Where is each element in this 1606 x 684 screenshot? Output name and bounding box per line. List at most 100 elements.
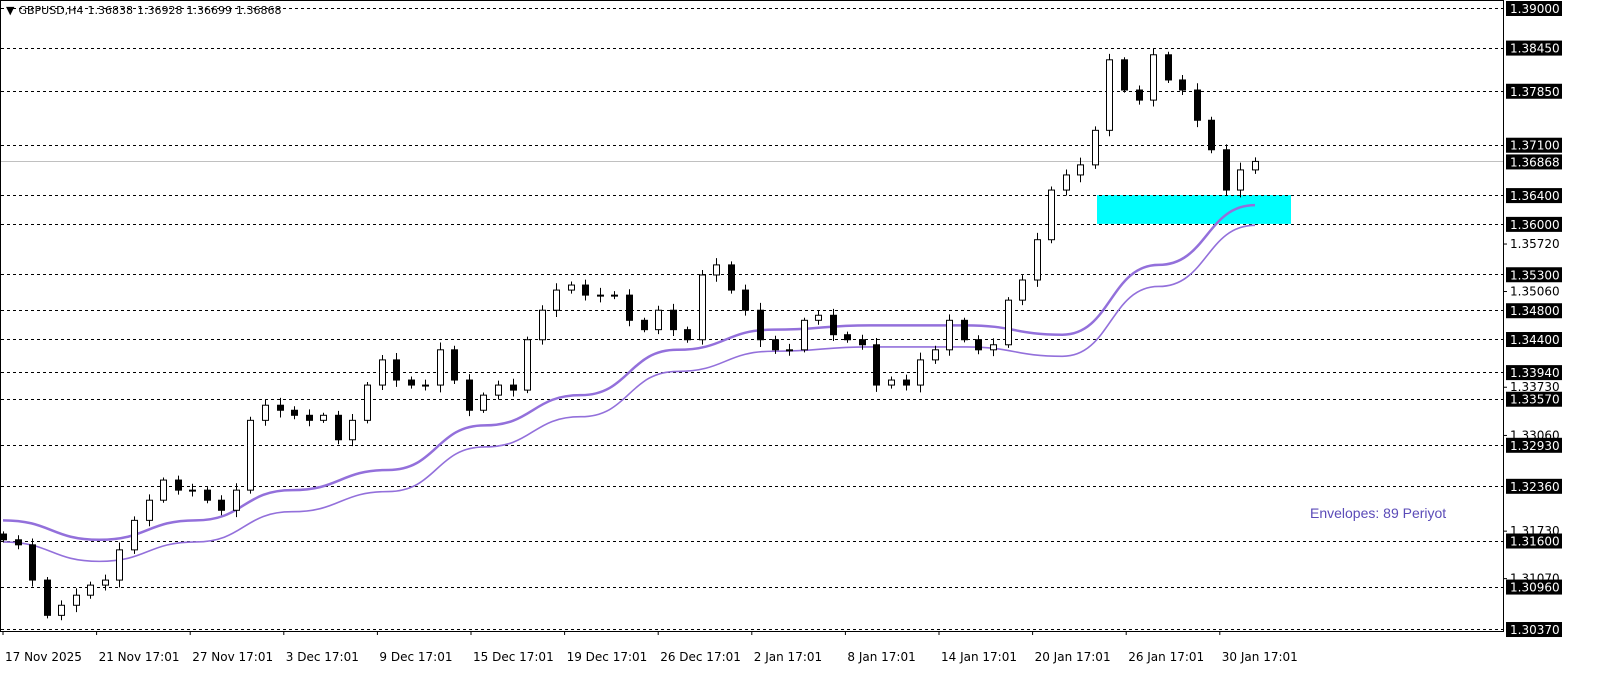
candle (437, 342, 444, 393)
candle-body (0, 533, 7, 541)
candle-body (262, 404, 269, 421)
candle (422, 379, 429, 391)
candle-body (903, 379, 910, 386)
level-label: 1.37850 (1510, 85, 1560, 99)
candle (1252, 157, 1259, 174)
candle (1034, 232, 1041, 287)
envelope-lower-line (2, 224, 1256, 563)
candle (684, 326, 691, 343)
candle (1237, 162, 1244, 198)
candle (247, 416, 254, 494)
candle (582, 279, 589, 301)
candle-body (1237, 169, 1244, 191)
candle (1106, 53, 1113, 137)
price-chart[interactable]: 1.357201.350601.337301.330601.317301.310… (0, 0, 1606, 684)
candle (408, 376, 415, 389)
candle-body (218, 499, 225, 511)
candle (160, 477, 167, 503)
candle-body (44, 579, 51, 616)
candle (713, 258, 720, 282)
candle-body (451, 349, 458, 381)
candle (611, 291, 618, 300)
chart-title: ▼ GBPUSD,H4 1.36838 1.36928 1.36699 1.36868 (6, 4, 285, 17)
level-label: 1.32360 (1510, 480, 1560, 494)
candle (626, 289, 633, 327)
support-zone (1097, 195, 1291, 224)
candle-body (801, 319, 808, 351)
candle (1223, 144, 1230, 196)
candle (757, 302, 764, 348)
x-tick-label: 8 Jan 17:01 (847, 650, 915, 664)
candle (1121, 57, 1128, 93)
candle-body (1150, 54, 1157, 101)
candle-body (379, 359, 386, 386)
candle (932, 345, 939, 364)
candle-body (670, 309, 677, 331)
candle (903, 374, 910, 391)
candle-body (175, 479, 182, 491)
envelope-annotation: Envelopes: 89 Periyot (1310, 505, 1446, 521)
candle (277, 397, 284, 418)
candle (116, 542, 123, 588)
candle (480, 392, 487, 413)
candle-body (204, 489, 211, 501)
x-tick-label: 19 Dec 17:01 (567, 650, 648, 664)
axis-tick-label: 1.35060 (1510, 285, 1560, 299)
level-label: 1.33570 (1510, 393, 1560, 407)
candle (73, 588, 80, 613)
x-tick-label: 3 Dec 17:01 (286, 650, 359, 664)
candle-body (1223, 149, 1230, 191)
candle (131, 516, 138, 554)
candle (58, 600, 65, 621)
candle-body (699, 274, 706, 341)
candle (335, 410, 342, 445)
candle-body (393, 359, 400, 381)
candle-body (844, 334, 851, 341)
candle (466, 374, 473, 417)
candle-body (189, 489, 196, 492)
candle (320, 412, 327, 423)
candle (597, 287, 604, 303)
candle (801, 317, 808, 353)
candle (946, 314, 953, 356)
level-label: 1.30960 (1510, 581, 1560, 595)
x-tick-label: 27 Nov 17:01 (192, 650, 273, 664)
x-tick-label: 20 Jan 17:01 (1035, 650, 1111, 664)
candle-body (422, 384, 429, 387)
candle-body (73, 594, 80, 606)
candle (975, 335, 982, 355)
candle-body (990, 344, 997, 351)
candle (1194, 83, 1201, 128)
candle-body (917, 359, 924, 386)
candle (961, 317, 968, 343)
level-label: 1.36400 (1510, 189, 1560, 203)
candle (1005, 297, 1012, 348)
candle-body (277, 404, 284, 411)
candle (44, 577, 51, 619)
candle-body (291, 409, 298, 416)
candle-body (975, 339, 982, 351)
candle (553, 283, 560, 318)
open-price: 1.36838 (87, 4, 133, 17)
low-price: 1.36699 (186, 4, 232, 17)
candle (742, 284, 749, 316)
candle (262, 399, 269, 426)
candle-body (510, 384, 517, 391)
candle (568, 281, 575, 294)
candle (917, 352, 924, 393)
candle (364, 382, 371, 424)
candle (87, 581, 94, 599)
level-label: 1.34800 (1510, 304, 1560, 318)
candle (873, 337, 880, 392)
candle-body (1063, 174, 1070, 191)
candle-body (87, 584, 94, 596)
candle-body (335, 414, 342, 441)
candle (815, 310, 822, 325)
x-tick-label: 15 Dec 17:01 (473, 650, 554, 664)
candle (1063, 169, 1070, 196)
dropdown-triangle-icon[interactable]: ▼ (6, 4, 14, 17)
candle-body (728, 264, 735, 291)
candle-body (524, 339, 531, 391)
candle (888, 376, 895, 389)
candle (189, 483, 196, 497)
